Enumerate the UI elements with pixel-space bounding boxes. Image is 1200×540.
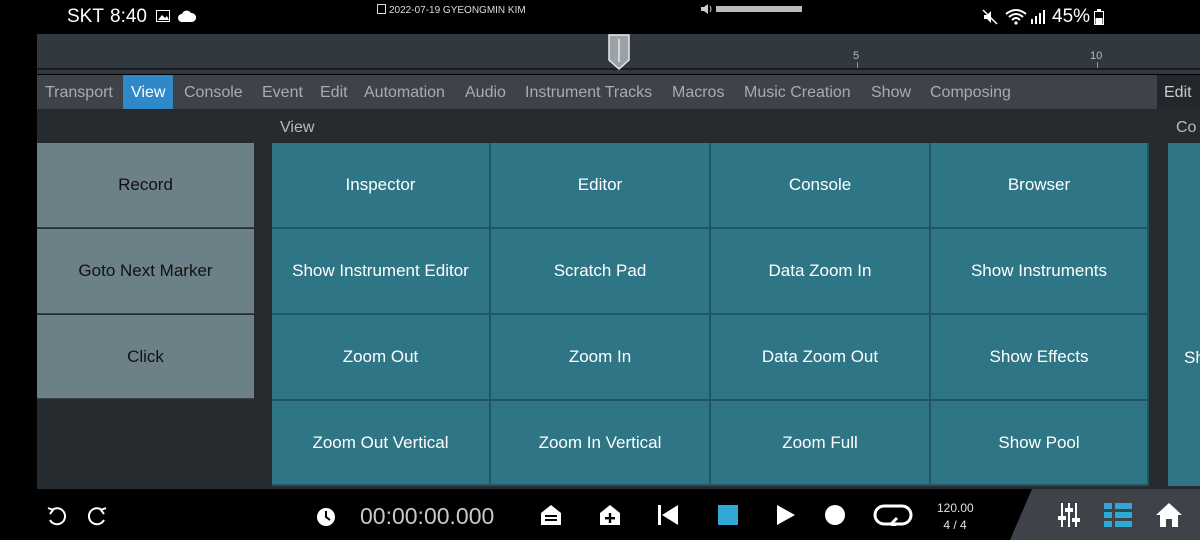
tab-console[interactable]: Console bbox=[176, 75, 251, 109]
tab-transport[interactable]: Transport bbox=[37, 75, 121, 109]
tab-music-creation[interactable]: Music Creation bbox=[736, 75, 859, 109]
record-button[interactable]: Record bbox=[37, 143, 254, 228]
tab-instrument-tracks[interactable]: Instrument Tracks bbox=[517, 75, 660, 109]
editor-button[interactable]: Editor bbox=[491, 143, 711, 229]
clock-icon[interactable] bbox=[316, 507, 336, 527]
tab-macros[interactable]: Macros bbox=[664, 75, 732, 109]
ruler-label-10: 10 bbox=[1090, 50, 1103, 62]
partial-button-label: Sh bbox=[1184, 348, 1200, 367]
scratch-pad-button[interactable]: Scratch Pad bbox=[491, 229, 711, 315]
volume-icon bbox=[701, 4, 712, 14]
tab-audio[interactable]: Audio bbox=[457, 75, 514, 109]
tab-composing[interactable]: Composing bbox=[922, 75, 1019, 109]
redo-icon[interactable] bbox=[86, 507, 108, 527]
tab-view[interactable]: View bbox=[123, 75, 173, 109]
tab-edit[interactable]: Edit bbox=[312, 75, 356, 109]
mute-icon bbox=[982, 9, 998, 25]
watermark: 2022-07-19 GYEONGMIN KIM bbox=[377, 4, 526, 16]
zoom-in-vertical-button[interactable]: Zoom In Vertical bbox=[491, 401, 711, 486]
tab-automation[interactable]: Automation bbox=[356, 75, 453, 109]
macro-tab-bar: Transport View Console Event Edit Automa… bbox=[37, 75, 1200, 109]
watermark-text: 2022-07-19 GYEONGMIN KIM bbox=[389, 5, 526, 16]
status-bar: SKT 8:40 2022-07-19 GYEONGMIN KIM 45% bbox=[0, 0, 1200, 34]
transport-bar: 00:00:00.000 120.00 4 / 4 bbox=[0, 489, 1200, 540]
macro-panel: Record Goto Next Marker Click View Inspe… bbox=[37, 109, 1200, 489]
add-marker-icon[interactable] bbox=[599, 504, 621, 526]
wifi-icon bbox=[1005, 9, 1027, 25]
tab-event[interactable]: Event bbox=[254, 75, 311, 109]
time-signature-display[interactable]: 4 / 4 bbox=[937, 518, 973, 532]
battery-icon bbox=[1094, 9, 1104, 25]
clock: 8:40 bbox=[110, 6, 147, 27]
record-icon[interactable] bbox=[825, 505, 845, 525]
cloud-icon bbox=[178, 10, 196, 22]
browser-button[interactable]: Browser bbox=[931, 143, 1149, 229]
mixer-icon[interactable] bbox=[1056, 502, 1082, 528]
transport-time-display[interactable]: 00:00:00.000 bbox=[360, 503, 494, 530]
data-zoom-in-button[interactable]: Data Zoom In bbox=[711, 229, 931, 315]
macro-panel-icon[interactable] bbox=[1104, 502, 1132, 528]
show-effects-button[interactable]: Show Effects bbox=[931, 315, 1149, 401]
home-icon[interactable] bbox=[1155, 502, 1183, 528]
view-section-title: View bbox=[280, 119, 315, 136]
ruler-tick bbox=[1097, 62, 1098, 68]
edit-mode-button[interactable]: Edit bbox=[1157, 75, 1200, 109]
ruler-tick bbox=[857, 62, 858, 68]
ruler-label-5: 5 bbox=[853, 50, 860, 62]
loop-icon[interactable] bbox=[873, 504, 913, 526]
tempo-display[interactable]: 120.00 bbox=[937, 501, 974, 515]
data-zoom-out-button[interactable]: Data Zoom Out bbox=[711, 315, 931, 401]
console-section-title: Co bbox=[1176, 119, 1197, 136]
zoom-out-button[interactable]: Zoom Out bbox=[272, 315, 491, 401]
tab-show[interactable]: Show bbox=[863, 75, 919, 109]
edit-icon bbox=[377, 4, 386, 14]
show-pool-button[interactable]: Show Pool bbox=[931, 401, 1149, 486]
zoom-out-vertical-button[interactable]: Zoom Out Vertical bbox=[272, 401, 491, 486]
marker-previous-icon[interactable] bbox=[540, 504, 562, 526]
show-instrument-editor-button[interactable]: Show Instrument Editor bbox=[272, 229, 491, 315]
stop-icon bbox=[718, 505, 738, 525]
stop-button[interactable] bbox=[718, 505, 738, 525]
return-to-start-icon[interactable] bbox=[657, 505, 679, 525]
volume-level-bar bbox=[716, 6, 802, 12]
carrier-name: SKT bbox=[67, 6, 104, 27]
click-button[interactable]: Click bbox=[37, 315, 254, 399]
undo-icon[interactable] bbox=[46, 507, 68, 527]
volume-level-fill bbox=[716, 6, 802, 12]
playhead-handle[interactable] bbox=[608, 34, 630, 70]
image-icon bbox=[156, 10, 170, 22]
goto-next-marker-button[interactable]: Goto Next Marker bbox=[37, 229, 254, 314]
zoom-full-button[interactable]: Zoom Full bbox=[711, 401, 931, 486]
timeline-ruler[interactable]: 5 10 bbox=[37, 34, 1200, 74]
partial-button-column[interactable] bbox=[1168, 143, 1200, 486]
console-button[interactable]: Console bbox=[711, 143, 931, 229]
inspector-button[interactable]: Inspector bbox=[272, 143, 491, 229]
signal-icon bbox=[1031, 10, 1045, 24]
play-icon[interactable] bbox=[776, 505, 796, 525]
battery-percent: 45% bbox=[1052, 6, 1091, 27]
zoom-in-button[interactable]: Zoom In bbox=[491, 315, 711, 401]
show-instruments-button[interactable]: Show Instruments bbox=[931, 229, 1149, 315]
